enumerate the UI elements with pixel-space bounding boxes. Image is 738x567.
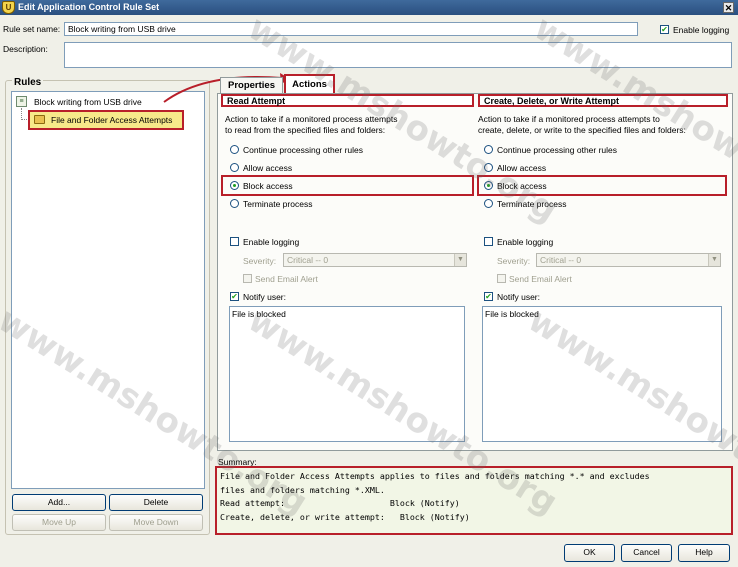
- move-up-button[interactable]: Move Up: [12, 514, 106, 531]
- read-attempt-desc-line2: to read from the specified files and fol…: [225, 125, 386, 135]
- shield-icon: U: [2, 1, 15, 14]
- write-terminate-label: Terminate process: [497, 199, 567, 209]
- summary-line: Create, delete, or write attempt: Block …: [220, 511, 470, 522]
- write-allow-label: Allow access: [497, 163, 547, 173]
- chevron-down-icon: ▼: [708, 254, 720, 266]
- write-severity-label: Severity:: [497, 256, 531, 266]
- write-notify-user-checkbox[interactable]: ✔: [484, 292, 493, 301]
- write-attempt-desc-line2: create, delete, or write to the specifie…: [478, 125, 686, 135]
- folder-icon: [34, 115, 45, 124]
- read-notify-message[interactable]: File is blocked: [229, 306, 465, 442]
- rule-set-name-input[interactable]: Block writing from USB drive: [64, 22, 638, 36]
- enable-logging-label: Enable logging: [673, 25, 730, 35]
- rule-set-name-label: Rule set name:: [3, 24, 61, 34]
- chevron-down-icon: ▼: [454, 254, 466, 266]
- title-bar: U Edit Application Control Rule Set ✕: [0, 0, 738, 15]
- tab-properties[interactable]: Properties: [220, 77, 283, 94]
- write-enable-logging-checkbox[interactable]: [484, 237, 493, 246]
- enable-logging-checkbox[interactable]: ✔: [660, 25, 669, 34]
- write-block-label: Block access: [497, 181, 547, 191]
- write-enable-logging-label: Enable logging: [497, 237, 554, 247]
- move-down-button[interactable]: Move Down: [109, 514, 203, 531]
- add-rule-button[interactable]: Add...: [12, 494, 106, 511]
- read-severity-label: Severity:: [243, 256, 277, 266]
- write-continue-radio[interactable]: [484, 145, 493, 154]
- write-allow-radio[interactable]: [484, 163, 493, 172]
- read-continue-label: Continue processing other rules: [243, 145, 364, 155]
- rules-tree[interactable]: [11, 91, 205, 489]
- read-allow-label: Allow access: [243, 163, 293, 173]
- read-send-email-checkbox[interactable]: [243, 274, 252, 283]
- write-attempt-desc-line1: Action to take if a monitored process at…: [478, 114, 660, 124]
- read-send-email-label: Send Email Alert: [255, 274, 318, 284]
- delete-rule-button[interactable]: Delete: [109, 494, 203, 511]
- write-send-email-checkbox[interactable]: [497, 274, 506, 283]
- rules-title: Rules: [12, 77, 44, 88]
- read-allow-radio[interactable]: [230, 163, 239, 172]
- read-terminate-radio[interactable]: [230, 199, 239, 208]
- window-title: Edit Application Control Rule Set: [18, 2, 160, 12]
- help-button[interactable]: Help: [678, 544, 730, 562]
- cancel-button[interactable]: Cancel: [621, 544, 672, 562]
- write-severity-value: Critical -- 0: [540, 255, 582, 265]
- write-notify-message[interactable]: File is blocked: [482, 306, 722, 442]
- write-attempt-header: Create, Delete, or Write Attempt: [478, 94, 728, 107]
- read-enable-logging-checkbox[interactable]: [230, 237, 239, 246]
- read-terminate-label: Terminate process: [243, 199, 313, 209]
- tree-item-file-folder-label: File and Folder Access Attempts: [51, 115, 173, 125]
- write-severity-select[interactable]: Critical -- 0 ▼: [536, 253, 721, 267]
- read-attempt-header: Read Attempt: [221, 94, 474, 107]
- rule-set-icon: ≡: [16, 96, 27, 107]
- description-input[interactable]: [64, 42, 732, 68]
- write-terminate-radio[interactable]: [484, 199, 493, 208]
- summary-line: File and Folder Access Attempts applies …: [220, 471, 650, 481]
- ok-button[interactable]: OK: [564, 544, 615, 562]
- read-notify-user-checkbox[interactable]: ✔: [230, 292, 239, 301]
- write-block-radio[interactable]: [484, 181, 493, 190]
- read-block-label: Block access: [243, 181, 293, 191]
- close-icon[interactable]: ✕: [723, 2, 734, 13]
- summary-text: File and Folder Access Attempts applies …: [215, 466, 733, 535]
- read-notify-user-label: Notify user:: [243, 292, 286, 302]
- read-severity-select[interactable]: Critical -- 0 ▼: [283, 253, 467, 267]
- read-block-radio[interactable]: [230, 181, 239, 190]
- description-label: Description:: [3, 44, 48, 54]
- write-send-email-label: Send Email Alert: [509, 274, 572, 284]
- tab-actions[interactable]: Actions: [284, 74, 335, 94]
- tree-item-rule-set[interactable]: Block writing from USB drive: [34, 97, 142, 107]
- read-severity-value: Critical -- 0: [287, 255, 329, 265]
- write-continue-label: Continue processing other rules: [497, 145, 618, 155]
- summary-line: files and folders matching *.XML.: [220, 484, 385, 495]
- summary-line: Read attempt: Block (Notify): [220, 498, 460, 508]
- read-attempt-desc-line1: Action to take if a monitored process at…: [225, 114, 398, 124]
- read-continue-radio[interactable]: [230, 145, 239, 154]
- write-notify-user-label: Notify user:: [497, 292, 540, 302]
- read-enable-logging-label: Enable logging: [243, 237, 300, 247]
